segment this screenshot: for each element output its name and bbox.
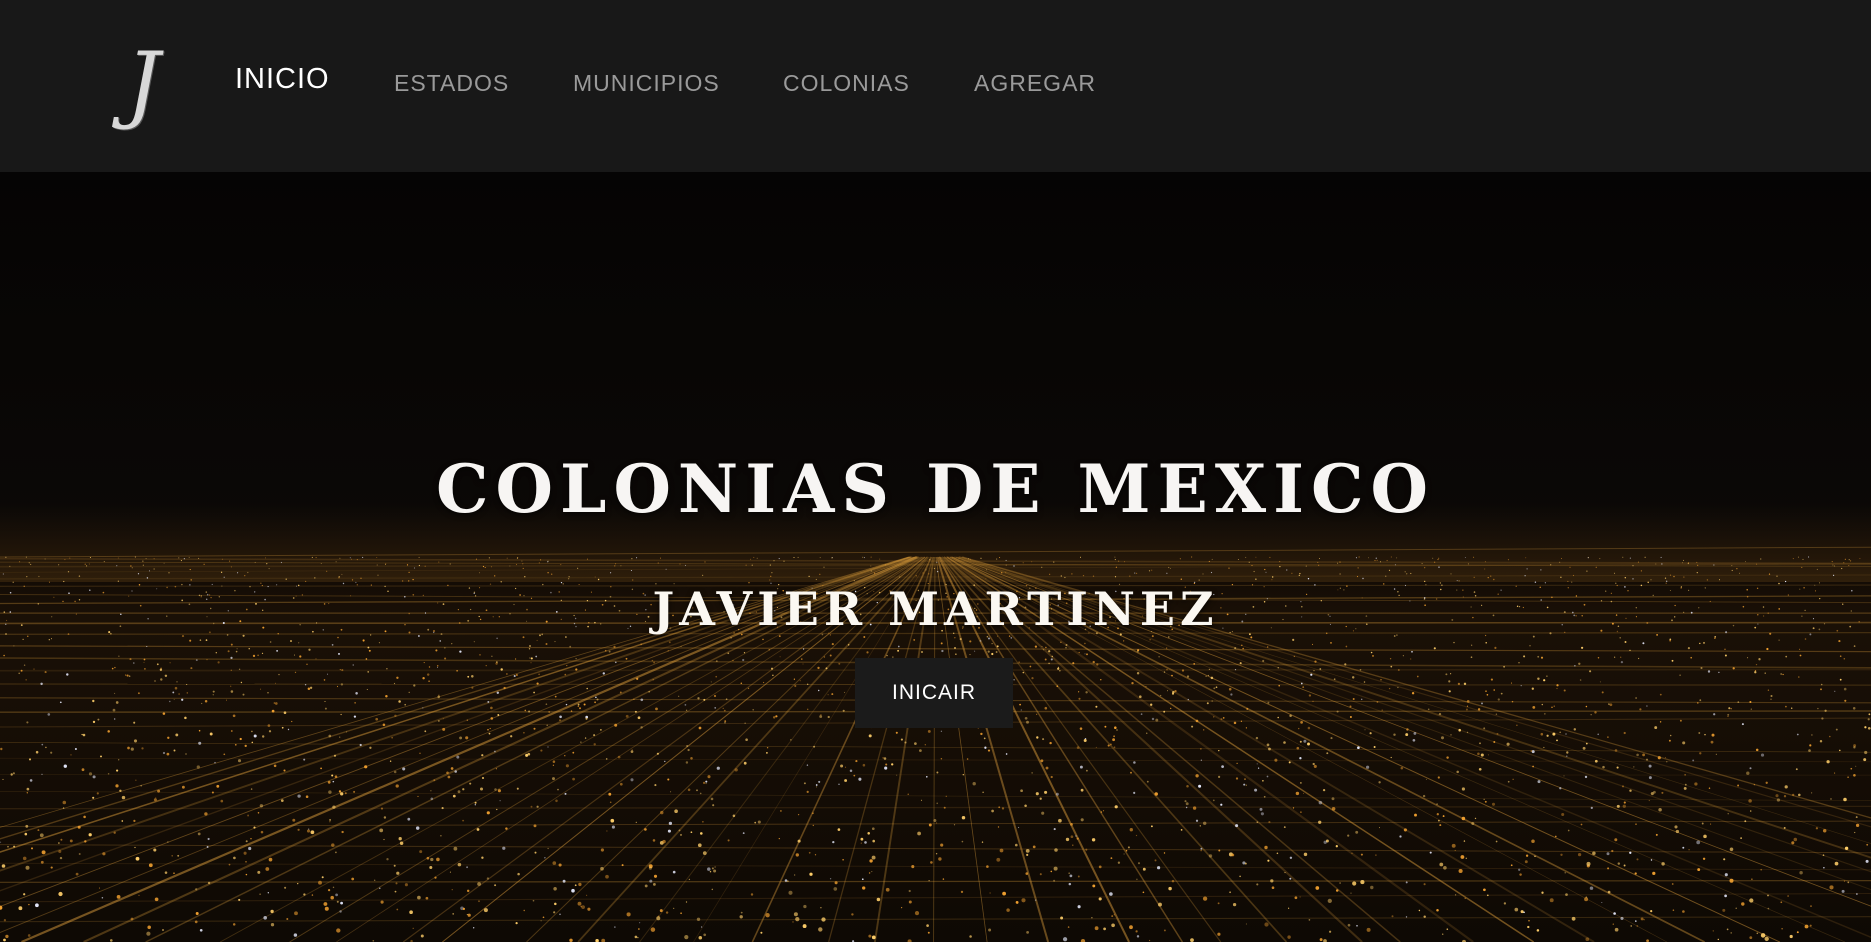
nav-item-municipios[interactable]: MUNICIPIOS bbox=[573, 70, 720, 97]
start-button[interactable]: INICAIR bbox=[855, 658, 1013, 728]
city-lights-background bbox=[0, 546, 1871, 942]
hero-section: COLONIAS DE MEXICO JAVIER MARTINEZ INICA… bbox=[0, 172, 1871, 942]
nav-item-colonias[interactable]: COLONIAS bbox=[783, 70, 910, 97]
nav-item-agregar[interactable]: AGREGAR bbox=[974, 70, 1096, 97]
nav-item-inicio[interactable]: INICIO bbox=[235, 63, 330, 96]
hero-subtitle: JAVIER MARTINEZ bbox=[652, 582, 1219, 636]
navbar: J INICIO ESTADOS MUNICIPIOS COLONIAS AGR… bbox=[0, 0, 1871, 172]
nav-menu: INICIO ESTADOS MUNICIPIOS COLONIAS AGREG… bbox=[0, 0, 1871, 172]
hero-title: COLONIAS DE MEXICO bbox=[436, 450, 1435, 528]
nav-item-estados[interactable]: ESTADOS bbox=[394, 70, 509, 97]
